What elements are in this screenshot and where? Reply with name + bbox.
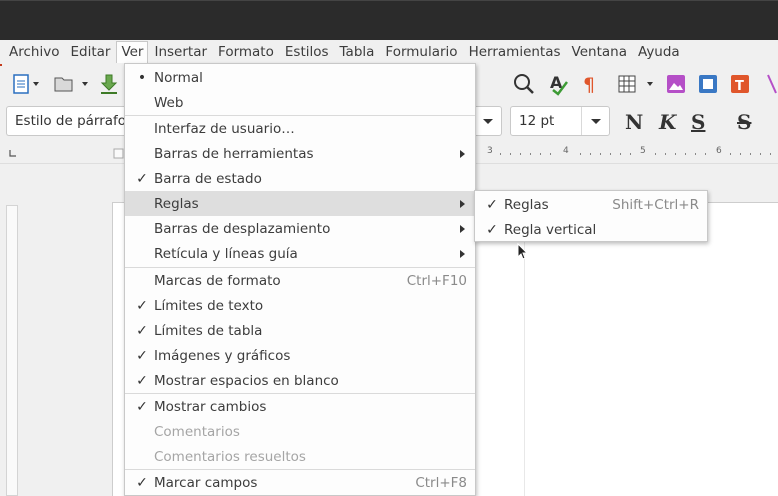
menu-ver[interactable]: Ver [116,41,149,63]
menu-item-mostrar-cambios[interactable]: ✓ Mostrar cambios [125,394,475,419]
check-icon: ✓ [136,372,148,389]
font-size-value: 12 pt [519,113,555,129]
chart-icon [699,75,717,93]
window-titlebar [0,0,778,40]
submenu-item-reglas[interactable]: ✓ Reglas Shift+Ctrl+R [475,192,707,217]
save-button[interactable] [98,72,122,96]
magnifier-icon [514,74,534,94]
mouse-cursor-icon [517,243,529,260]
submenu-arrow-icon [460,224,465,233]
menu-item-marcar-campos[interactable]: ✓ Marcar campos Ctrl+F8 [125,470,475,495]
strikethrough-button[interactable]: S [737,110,751,134]
new-document-icon [13,74,39,94]
chevron-down-icon[interactable] [581,107,609,135]
radio-dot-icon: • [137,69,147,86]
menu-item-web[interactable]: Web [125,90,475,115]
bold-button[interactable]: N [625,110,643,134]
font-size-combo[interactable]: 12 pt [510,106,610,136]
spellcheck-icon: A [550,73,568,96]
formatting-marks-button[interactable]: ¶ [578,72,602,96]
submenu-item-regla-vertical[interactable]: ✓ Regla vertical [475,217,707,242]
menu-item-barras-herramientas[interactable]: Barras de herramientas [125,141,475,166]
shortcut-label: Ctrl+F8 [415,474,467,491]
table-icon [618,75,653,93]
insert-image-button[interactable] [664,72,688,96]
download-arrow-icon [100,74,118,94]
menu-item-imagenes[interactable]: ✓ Imágenes y gráficos [125,343,475,368]
insert-textbox-button[interactable]: T [728,72,752,96]
paragraph-style-combo[interactable]: Estilo de párrafo [6,106,124,136]
menu-formulario[interactable]: Formulario [380,41,462,63]
menu-item-reticula[interactable]: Retícula y líneas guía [125,241,475,266]
menu-item-comentarios-resueltos[interactable]: Comentarios resueltos [125,444,475,469]
rulers-submenu: ✓ Reglas Shift+Ctrl+R ✓ Regla vertical [474,190,708,242]
submenu-arrow-icon [460,149,465,158]
check-icon: ✓ [136,297,148,314]
check-icon: ✓ [136,474,148,491]
menu-item-limites-tabla[interactable]: ✓ Límites de tabla [125,318,475,343]
menu-item-barras-desplazamiento[interactable]: Barras de desplazamiento [125,216,475,241]
underline-button[interactable]: S [691,110,705,134]
menu-item-normal[interactable]: • Normal [125,65,475,90]
menubar: Archivo Editar Ver Insertar Formato Esti… [0,40,778,64]
spelling-button[interactable]: A [546,72,572,96]
check-icon: ✓ [136,170,148,187]
ruler-tick-label: 5 [640,146,646,156]
new-document-button[interactable] [8,72,44,96]
paragraph-style-value: Estilo de párrafo [15,113,124,129]
menu-formato[interactable]: Formato [213,41,279,63]
shortcut-label: Shift+Ctrl+R [612,196,699,213]
check-icon: ✓ [136,347,148,364]
menu-item-reglas[interactable]: Reglas [125,191,475,216]
paragraph-style-dropdown[interactable] [474,106,502,136]
insert-table-button[interactable] [616,72,658,96]
ruler-tick-label: 3 [487,146,493,156]
check-icon: ✓ [486,221,498,238]
pen-icon [767,74,777,94]
menu-item-espacios-blanco[interactable]: ✓ Mostrar espacios en blanco [125,368,475,393]
find-replace-button[interactable] [510,72,538,96]
open-button[interactable] [52,72,92,96]
vertical-ruler[interactable] [6,205,18,496]
pilcrow-icon: ¶ [583,74,595,96]
shortcut-label: Ctrl+F10 [406,272,467,289]
draw-button[interactable] [764,72,778,96]
menu-item-barra-estado[interactable]: ✓ Barra de estado [125,166,475,191]
menu-ventana[interactable]: Ventana [567,41,632,63]
menu-item-limites-texto[interactable]: ✓ Límites de texto [125,293,475,318]
menu-herramientas[interactable]: Herramientas [464,41,566,63]
menu-item-interfaz[interactable]: Interfaz de usuario… [125,116,475,141]
ruler-tick-label: 6 [716,146,722,156]
menu-tabla[interactable]: Tabla [335,41,380,63]
svg-text:¶: ¶ [583,74,595,96]
insert-chart-button[interactable] [696,72,720,96]
view-menu: • Normal Web Interfaz de usuario… Barras … [124,63,476,496]
italic-button[interactable]: K [659,110,676,134]
submenu-arrow-icon [460,199,465,208]
folder-icon [54,77,88,92]
menu-item-comentarios[interactable]: Comentarios [125,419,475,444]
menu-ayuda[interactable]: Ayuda [633,41,685,63]
ruler-tick-label: 4 [563,146,569,156]
menu-editar[interactable]: Editar [65,41,115,63]
check-icon: ✓ [136,322,148,339]
check-icon: ✓ [486,196,498,213]
menu-item-marcas-formato[interactable]: Marcas de formato Ctrl+F10 [125,268,475,293]
menu-archivo[interactable]: Archivo [4,41,64,63]
menu-estilos[interactable]: Estilos [280,41,334,63]
svg-text:T: T [735,79,744,94]
image-icon [667,75,685,93]
menu-insertar[interactable]: Insertar [149,41,212,63]
check-icon: ✓ [136,398,148,415]
submenu-arrow-icon [460,249,465,258]
chevron-down-icon [474,107,501,135]
textbox-icon: T [731,75,749,94]
